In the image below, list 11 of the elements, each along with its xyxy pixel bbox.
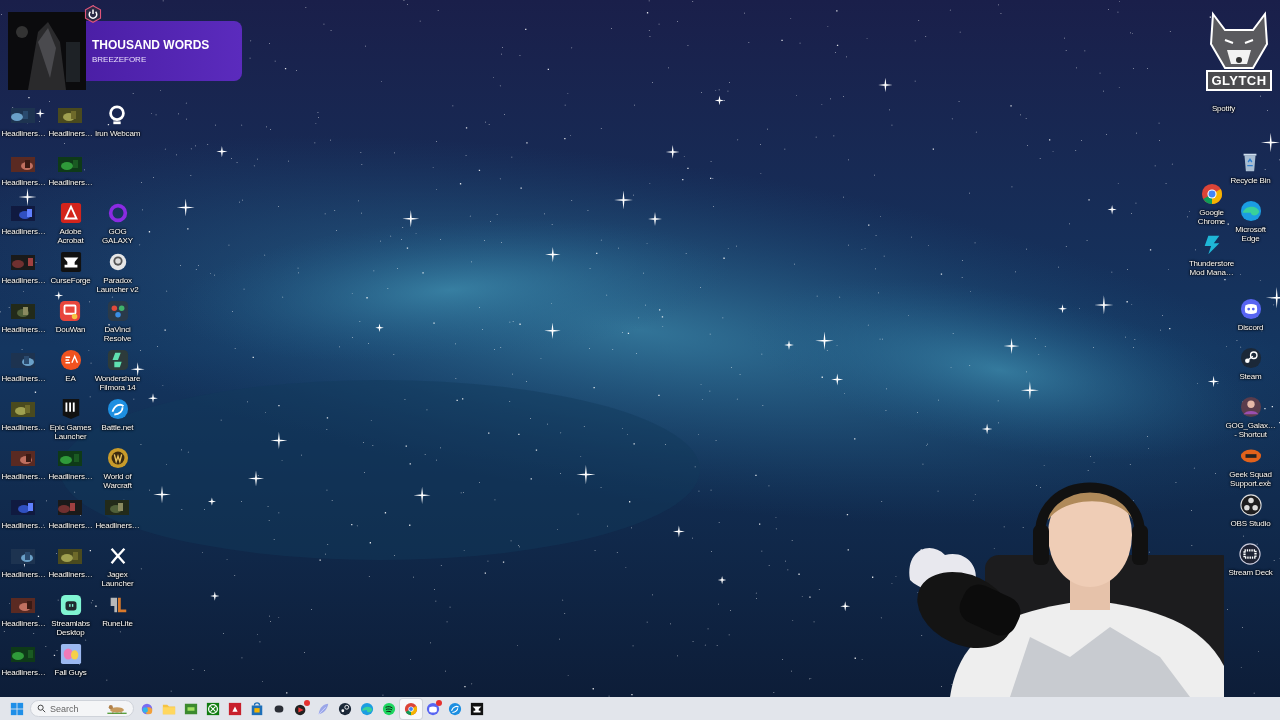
store-icon (250, 701, 264, 716)
chip-icon (184, 701, 198, 716)
square-icon (228, 701, 242, 716)
wave-icon (360, 701, 374, 716)
feather-icon (316, 701, 330, 716)
animal-icon (106, 703, 128, 714)
start-icon (10, 701, 24, 716)
swirl-icon (140, 701, 154, 716)
search-field[interactable]: Search (30, 700, 134, 717)
search-icon (37, 704, 46, 713)
swirl-icon (448, 701, 462, 716)
